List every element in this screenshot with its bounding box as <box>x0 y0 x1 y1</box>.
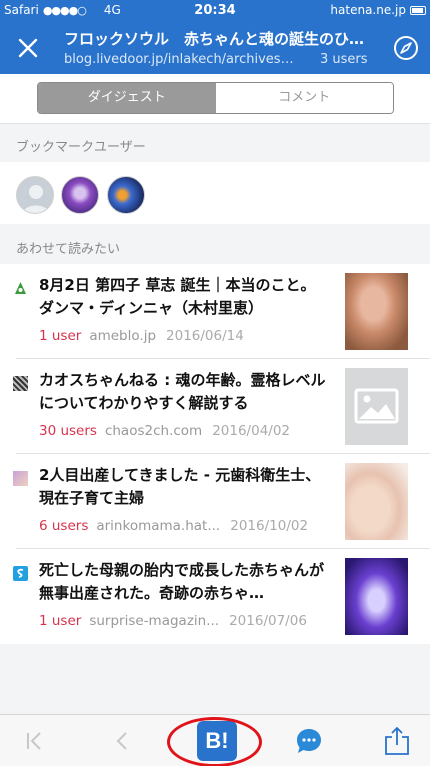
compass-icon <box>394 36 418 60</box>
item-site: chaos2ch.com <box>104 423 203 439</box>
ameblo-favicon <box>13 281 28 296</box>
avatar[interactable] <box>61 176 99 214</box>
entry-title[interactable]: フロックソウル 赤ちゃんと魂の誕生のひ… <box>64 28 374 49</box>
site-domain: hatena.ne.jp <box>330 3 406 17</box>
arinkomama-favicon <box>13 471 28 486</box>
item-user-count: 1 user <box>39 613 82 629</box>
item-user-count: 30 users <box>39 423 97 439</box>
chaos2ch-favicon <box>13 376 28 391</box>
tab-digest[interactable]: ダイジェスト <box>38 83 216 113</box>
close-button[interactable] <box>12 32 44 64</box>
item-thumbnail <box>345 273 408 350</box>
item-date: 2016/07/06 <box>229 613 307 629</box>
item-user-count: 6 users <box>39 518 89 534</box>
item-thumbnail <box>345 558 408 635</box>
open-in-browser-button[interactable] <box>392 34 420 62</box>
item-date: 2016/06/14 <box>166 328 244 344</box>
entry-header: フロックソウル 赤ちゃんと魂の誕生のひ… blog.livedoor.jp/in… <box>0 22 430 74</box>
status-bar: Safari ●●●●○ 4G 20:34 hatena.ne.jp <box>0 0 430 22</box>
item-site: arinkomama.hat... <box>96 518 221 534</box>
list-item[interactable]: 死亡した母親の胎内で成長した赤ちゃんが無事出産された。奇跡の赤ちゃ… 1 use… <box>0 549 430 644</box>
comments-button[interactable] <box>293 725 325 757</box>
entry-user-count[interactable]: 3 users <box>320 52 368 67</box>
tab-comments[interactable]: コメント <box>215 83 393 113</box>
list-item[interactable]: 2人目出産してきました - 元歯科衛生士、現在子育て主婦 6 users arin… <box>0 454 430 549</box>
avatar[interactable] <box>16 176 54 214</box>
list-item[interactable]: 8月2日 第四子 草志 誕生｜本当のこと。 ダンマ・ディンニャ（木村里恵） 1 … <box>0 264 430 359</box>
item-site: surprise-magazin... <box>89 613 220 629</box>
surprise-magazine-favicon <box>13 566 28 581</box>
comment-bubble-icon <box>297 729 321 753</box>
close-icon <box>18 38 38 58</box>
section-bookmark-users: ブックマークユーザー <box>16 140 146 155</box>
go-first-button[interactable] <box>18 725 50 757</box>
item-thumbnail <box>345 463 408 540</box>
item-title: 死亡した母親の胎内で成長した赤ちゃんが無事出産された。奇跡の赤ちゃ… <box>39 561 325 602</box>
item-date: 2016/10/02 <box>230 518 309 534</box>
tab-bar: ダイジェスト コメント <box>0 74 430 124</box>
highlight-annotation <box>167 717 262 766</box>
share-icon <box>385 726 409 755</box>
back-button[interactable] <box>106 725 138 757</box>
item-date: 2016/04/02 <box>212 423 291 439</box>
section-related: あわせて読みたい <box>16 242 121 257</box>
item-user-count: 1 user <box>39 328 82 344</box>
avatar[interactable] <box>107 176 145 214</box>
item-title: 8月2日 第四子 草志 誕生｜本当のこと。 ダンマ・ディンニャ（木村里恵） <box>39 276 316 317</box>
item-site: ameblo.jp <box>89 328 157 344</box>
entry-url[interactable]: blog.livedoor.jp/inlakech/archives/5... <box>64 52 294 67</box>
item-title: カオスちゃんねる : 魂の年齢。霊格レベルについてわかりやすく解説する <box>39 371 326 412</box>
related-list: 8月2日 第四子 草志 誕生｜本当のこと。 ダンマ・ディンニャ（木村里恵） 1 … <box>0 264 430 644</box>
back-chevron-icon <box>116 732 127 750</box>
image-placeholder-icon <box>345 368 408 445</box>
skip-back-icon <box>27 732 41 750</box>
share-button[interactable] <box>381 725 413 757</box>
segmented-control: ダイジェスト コメント <box>37 82 394 114</box>
battery-icon <box>410 6 426 15</box>
item-title: 2人目出産してきました - 元歯科衛生士、現在子育て主婦 <box>39 466 321 507</box>
list-item[interactable]: カオスちゃんねる : 魂の年齢。霊格レベルについてわかりやすく解説する 30 u… <box>0 359 430 454</box>
